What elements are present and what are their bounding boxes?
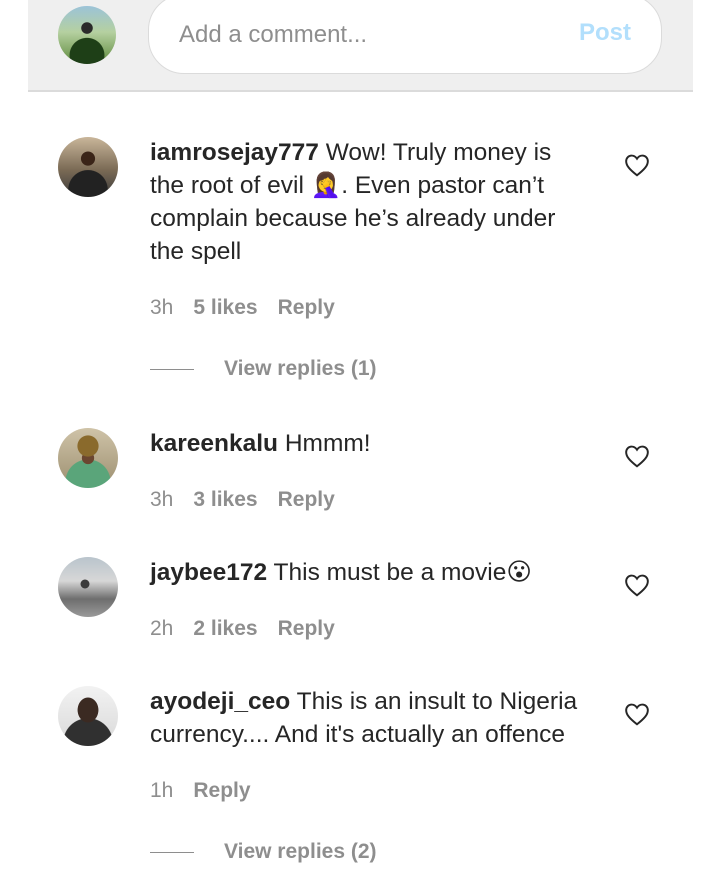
comment-likes[interactable]: 2 likes [193, 617, 257, 640]
comment-text: This must be a movie😮 [273, 559, 532, 586]
comment-text: Hmmm! [284, 430, 371, 457]
current-user-avatar [58, 6, 116, 64]
divider [150, 851, 194, 853]
reply-button[interactable]: Reply [278, 296, 335, 319]
heart-icon[interactable] [624, 702, 650, 726]
comment-time: 1h [150, 779, 174, 802]
view-replies-button[interactable]: View replies (1) [150, 357, 377, 381]
comment-username[interactable]: iamrosejay777 [150, 139, 319, 166]
heart-icon[interactable] [624, 444, 650, 468]
avatar[interactable] [58, 137, 118, 197]
comment-body: kareenkalu Hmmm! [150, 427, 590, 460]
heart-icon[interactable] [624, 573, 650, 597]
comment-username[interactable]: ayodeji_ceo [150, 688, 290, 715]
reply-button[interactable]: Reply [193, 779, 250, 802]
comment-likes[interactable]: 5 likes [193, 296, 257, 319]
avatar[interactable] [58, 557, 118, 617]
post-button[interactable]: Post [579, 19, 631, 47]
heart-icon[interactable] [624, 153, 650, 177]
reply-button[interactable]: Reply [278, 617, 335, 640]
comment-username[interactable]: kareenkalu [150, 430, 278, 457]
comment-input-wrapper[interactable]: Post [148, 0, 662, 74]
comment-time: 2h [150, 617, 174, 640]
avatar[interactable] [58, 686, 118, 746]
comment-meta: 3h 5 likes Reply [150, 296, 355, 320]
divider [150, 368, 194, 370]
comment-time: 3h [150, 296, 174, 319]
comment-composer: Post [28, 0, 693, 92]
comment-body: iamrosejay777 Wow! Truly money is the ro… [150, 136, 590, 268]
comment-body: ayodeji_ceo This is an insult to Nigeria… [150, 685, 590, 751]
comment-meta: 3h 3 likes Reply [150, 488, 355, 512]
comment-likes[interactable]: 3 likes [193, 488, 257, 511]
view-replies-label: View replies (1) [224, 357, 377, 380]
view-replies-button[interactable]: View replies (2) [150, 840, 377, 864]
comment-username[interactable]: jaybee172 [150, 559, 267, 586]
comment-meta: 2h 2 likes Reply [150, 617, 355, 641]
reply-button[interactable]: Reply [278, 488, 335, 511]
comment-time: 3h [150, 488, 174, 511]
comment-meta: 1h Reply [150, 779, 271, 803]
comment-input[interactable] [179, 19, 559, 51]
avatar[interactable] [58, 428, 118, 488]
comment-body: jaybee172 This must be a movie😮 [150, 556, 590, 589]
view-replies-label: View replies (2) [224, 840, 377, 863]
